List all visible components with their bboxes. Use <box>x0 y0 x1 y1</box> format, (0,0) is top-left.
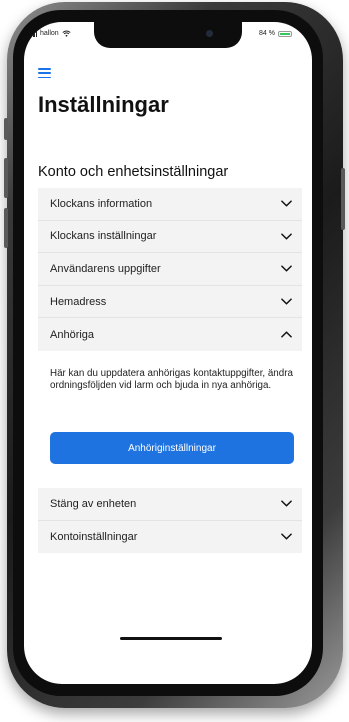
chevron-down-icon <box>281 200 292 207</box>
page-title: Inställningar <box>38 92 169 117</box>
camera-icon <box>206 30 213 37</box>
list-item-stang-av-enheten[interactable]: Stäng av enheten <box>38 488 302 521</box>
settings-list: Klockans information Klockans inställnin… <box>38 188 302 351</box>
list-item-label: Anhöriga <box>50 328 95 341</box>
anhoriginstallningar-button[interactable]: Anhöriginställningar <box>50 432 294 464</box>
battery-percent: 84 % <box>259 30 275 37</box>
volume-up-button <box>4 158 8 198</box>
mute-switch <box>4 118 8 140</box>
carrier-name: hallon <box>40 30 59 37</box>
list-item-label: Stäng av enheten <box>50 497 137 510</box>
list-item-label: Kontoinställningar <box>50 530 138 543</box>
chevron-up-icon <box>281 331 292 338</box>
signal-icon <box>28 30 37 37</box>
home-indicator[interactable] <box>120 637 222 640</box>
wifi-icon <box>62 30 71 37</box>
chevron-down-icon <box>281 233 292 240</box>
chevron-down-icon <box>281 265 292 273</box>
list-item-label: Användarens uppgifter <box>50 262 161 275</box>
section-title: Konto och enhetsinställningar <box>38 164 229 180</box>
volume-down-button <box>4 208 8 248</box>
chevron-down-icon <box>281 298 292 305</box>
list-item-label: Klockans information <box>50 197 153 210</box>
power-button <box>341 168 345 230</box>
stage: hallon 84 % Inställningar Konto och enhe… <box>0 0 349 722</box>
chevron-down-icon <box>281 500 292 507</box>
hamburger-menu-icon[interactable] <box>38 68 51 78</box>
list-item-hemadress[interactable]: Hemadress <box>38 286 302 319</box>
status-bar-left: hallon <box>28 30 71 37</box>
battery-fill <box>280 32 290 35</box>
notch <box>94 22 242 48</box>
anhoriga-description: Här kan du uppdatera anhörigas kontaktup… <box>50 368 293 391</box>
list-item-label: Klockans inställningar <box>50 230 157 243</box>
list-item-anhoriga[interactable]: Anhöriga <box>38 318 302 351</box>
list-item-anvandarens-uppgifter[interactable]: Användarens uppgifter <box>38 253 302 286</box>
list-item-label: Hemadress <box>50 295 107 308</box>
anhoriga-expanded-panel: Här kan du uppdatera anhörigas kontaktup… <box>38 355 302 488</box>
list-item-klockans-information[interactable]: Klockans information <box>38 188 302 221</box>
list-item-kontoinstallningar[interactable]: Kontoinställningar <box>38 521 302 554</box>
battery-icon <box>278 30 292 37</box>
list-item-klockans-installningar[interactable]: Klockans inställningar <box>38 221 302 254</box>
status-bar-right: 84 % <box>259 30 292 37</box>
settings-list-more: Stäng av enheten Kontoinställningar <box>38 488 302 554</box>
phone-screen: hallon 84 % Inställningar Konto och enhe… <box>24 22 312 684</box>
chevron-down-icon <box>281 533 292 540</box>
